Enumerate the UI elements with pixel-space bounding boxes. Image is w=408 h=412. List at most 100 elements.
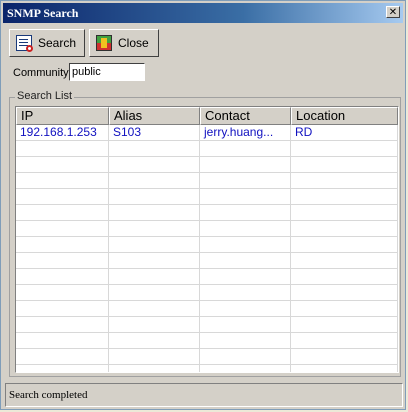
empty-cell [291,365,398,372]
exit-icon [96,35,112,51]
empty-row [16,205,398,221]
empty-row [16,173,398,189]
empty-cell [291,349,398,365]
cell-ip: 192.168.1.253 [16,125,109,141]
list-header: IP Alias Contact Location [16,107,398,125]
empty-cell [16,157,109,173]
empty-cell [109,157,200,173]
window-title: SNMP Search [7,5,79,20]
empty-cell [291,221,398,237]
empty-row [16,253,398,269]
empty-cell [200,157,291,173]
empty-cell [200,237,291,253]
status-text: Search completed [9,389,88,401]
empty-cell [109,189,200,205]
empty-cell [16,317,109,333]
empty-row [16,317,398,333]
empty-cell [16,237,109,253]
empty-cell [291,285,398,301]
empty-cell [200,301,291,317]
title-bar[interactable]: SNMP Search ✕ [3,3,403,23]
empty-cell [109,349,200,365]
table-row[interactable]: 192.168.1.253 S103 jerry.huang... RD [16,125,398,141]
search-list-label: Search List [15,90,75,102]
empty-cell [200,349,291,365]
empty-row [16,285,398,301]
empty-cell [291,317,398,333]
empty-cell [200,221,291,237]
status-bar: Search completed [5,383,403,407]
snmp-search-window: SNMP Search ✕ Search Close Community Sea… [0,0,406,410]
empty-row [16,301,398,317]
close-icon: ✕ [388,7,398,18]
empty-cell [16,221,109,237]
search-button-label: Search [38,36,77,50]
empty-cell [16,189,109,205]
empty-cell [109,301,200,317]
empty-row [16,349,398,365]
empty-cell [109,221,200,237]
empty-cell [291,173,398,189]
empty-cell [109,237,200,253]
empty-cell [200,285,291,301]
empty-row [16,221,398,237]
empty-cell [200,333,291,349]
empty-cell [109,365,200,372]
empty-cell [200,189,291,205]
search-icon [16,35,33,52]
empty-cell [109,333,200,349]
empty-row [16,269,398,285]
empty-cell [200,317,291,333]
empty-cell [200,141,291,157]
empty-cell [16,173,109,189]
search-button[interactable]: Search [9,29,85,57]
close-button[interactable]: Close [89,29,159,57]
empty-cell [109,317,200,333]
empty-cell [16,365,109,372]
empty-cell [291,333,398,349]
cell-location: RD [291,125,398,141]
empty-cell [16,349,109,365]
empty-cell [16,285,109,301]
empty-cell [200,205,291,221]
empty-cell [109,269,200,285]
empty-row [16,189,398,205]
empty-cell [16,205,109,221]
empty-cell [291,269,398,285]
empty-cell [16,333,109,349]
empty-cell [16,269,109,285]
empty-cell [200,269,291,285]
empty-rows [16,141,398,372]
empty-cell [291,205,398,221]
empty-cell [109,173,200,189]
cell-alias: S103 [109,125,200,141]
empty-row [16,141,398,157]
empty-row [16,365,398,372]
empty-row [16,333,398,349]
column-header-contact[interactable]: Contact [200,107,291,125]
column-header-ip[interactable]: IP [16,107,109,125]
empty-cell [200,365,291,372]
empty-row [16,157,398,173]
empty-cell [200,173,291,189]
column-header-alias[interactable]: Alias [109,107,200,125]
empty-cell [16,253,109,269]
window-close-button[interactable]: ✕ [386,6,400,18]
column-header-location[interactable]: Location [291,107,398,125]
empty-cell [109,285,200,301]
empty-cell [200,253,291,269]
empty-cell [16,301,109,317]
empty-row [16,237,398,253]
empty-cell [291,157,398,173]
community-label: Community [13,67,69,79]
empty-cell [291,301,398,317]
empty-cell [291,253,398,269]
empty-cell [109,141,200,157]
cell-contact: jerry.huang... [200,125,291,141]
community-input[interactable] [69,63,145,81]
empty-cell [109,205,200,221]
search-results-list[interactable]: IP Alias Contact Location 192.168.1.253 … [15,106,399,373]
empty-cell [291,237,398,253]
empty-cell [291,141,398,157]
close-button-label: Close [118,36,149,50]
